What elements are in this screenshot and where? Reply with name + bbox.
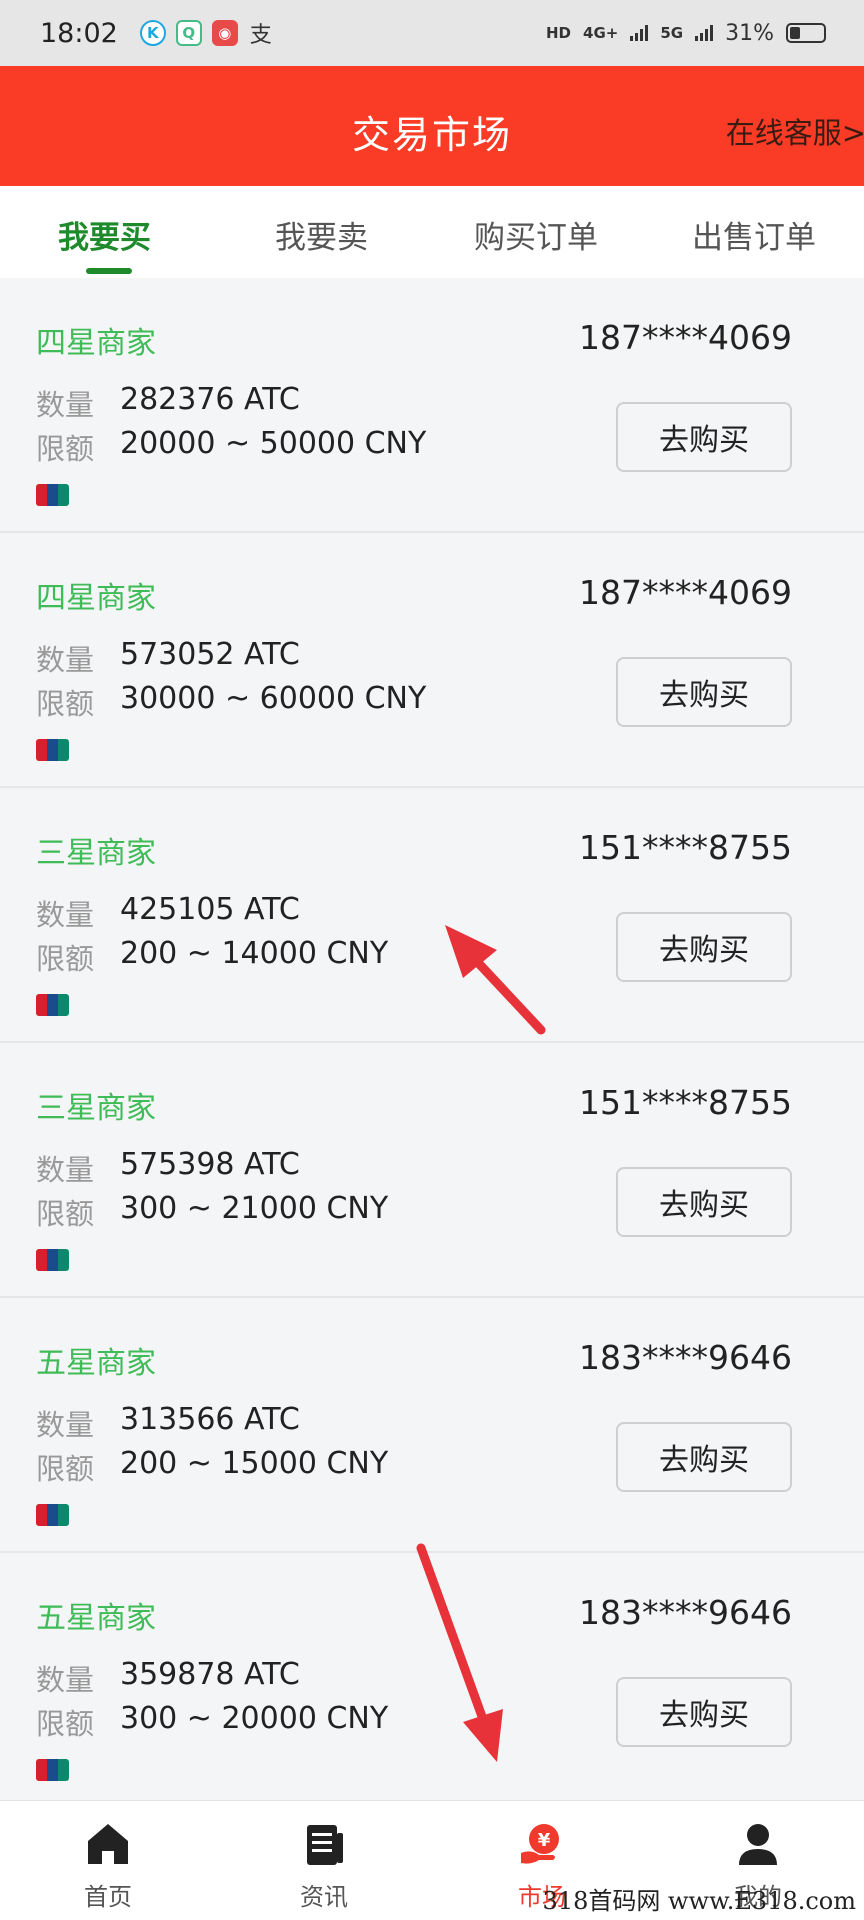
tab-buy[interactable]: 我要买 [58, 212, 151, 257]
quantity-label: 数量 [36, 1153, 95, 1187]
offer-card: 四星商家 187****4069 数量 573052 ATC 限额 30000 ~ 600… [0, 533, 864, 788]
buy-button[interactable]: 去购买 [616, 1167, 792, 1237]
tab-bar: 我要买 我要卖 购买订单 出售订单 [0, 186, 864, 278]
unionpay-icon [36, 1249, 69, 1271]
chat-app-icon: Q [175, 20, 202, 46]
network-4g-label: 4G+ [583, 24, 619, 42]
hd-icon: HD [546, 24, 572, 42]
merchant-phone: 183****9646 [579, 1593, 792, 1632]
offer-card: 五星商家 183****9646 数量 313566 ATC 限额 200 ~ 15000… [0, 1298, 864, 1553]
battery-icon [786, 23, 826, 43]
nav-home[interactable]: 首页 [48, 1819, 168, 1912]
signal-bars-icon [630, 25, 649, 41]
buy-button[interactable]: 去购买 [616, 912, 792, 982]
limit-value: 20000 ~ 50000 CNY [120, 426, 427, 461]
buy-button[interactable]: 去购买 [616, 402, 792, 472]
limit-label: 限额 [36, 1197, 95, 1231]
limit-label: 限额 [36, 687, 95, 721]
quantity-value: 425105 ATC [120, 892, 300, 927]
quantity-value: 313566 ATC [120, 1402, 300, 1437]
alipay-icon: 支 [249, 23, 272, 48]
offer-card: 三星商家 151****8755 数量 425105 ATC 限额 200 ~ 14000… [0, 788, 864, 1043]
nav-news[interactable]: 资讯 [264, 1819, 384, 1912]
watermark: 318首码网 www.E318.com [542, 1887, 856, 1915]
quantity-value: 573052 ATC [120, 637, 300, 672]
merchant-level: 五星商家 [36, 1601, 156, 1636]
tab-buy-orders[interactable]: 购买订单 [474, 212, 598, 257]
unionpay-icon [36, 1504, 69, 1526]
profile-icon [739, 1824, 777, 1865]
limit-label: 限额 [36, 1452, 95, 1486]
quantity-label: 数量 [36, 388, 95, 422]
offer-card: 四星商家 187****4069 数量 282376 ATC 限额 20000 ~ 500… [0, 278, 864, 533]
offer-card: 五星商家 183****9646 数量 359878 ATC 限额 300 ~ 20000… [0, 1553, 864, 1808]
quantity-label: 数量 [36, 643, 95, 677]
unionpay-icon [36, 484, 69, 506]
merchant-level: 四星商家 [36, 326, 156, 361]
status-time: 18:02 [40, 17, 118, 49]
unionpay-icon [36, 994, 69, 1016]
unionpay-icon [36, 739, 69, 761]
limit-label: 限额 [36, 1707, 95, 1741]
home-icon [88, 1824, 128, 1864]
limit-value: 300 ~ 20000 CNY [120, 1701, 389, 1736]
quantity-value: 359878 ATC [120, 1657, 300, 1692]
unionpay-icon [36, 1759, 69, 1781]
buy-button[interactable]: 去购买 [616, 1422, 792, 1492]
market-icon: ¥ [521, 1824, 559, 1864]
merchant-phone: 151****8755 [579, 1083, 792, 1122]
nav-home-label: 首页 [84, 1883, 132, 1911]
signal-bars-icon-2 [695, 25, 714, 41]
merchant-phone: 187****4069 [579, 573, 792, 612]
active-tab-indicator [86, 268, 132, 274]
status-indicators: HD 4G+ 5G 31% [546, 21, 826, 46]
nav-news-label: 资讯 [300, 1883, 348, 1911]
quantity-label: 数量 [36, 898, 95, 932]
k-app-icon: K [139, 20, 166, 46]
buy-button[interactable]: 去购买 [616, 657, 792, 727]
limit-label: 限额 [36, 942, 95, 976]
network-5g-label: 5G [660, 24, 684, 42]
merchant-phone: 151****8755 [579, 828, 792, 867]
status-app-icons: K Q ◉ 支 [139, 20, 274, 48]
status-bar: 18:02 K Q ◉ 支 HD 4G+ 5G 31% [0, 0, 864, 66]
app-header: 交易市场 在线客服> [0, 66, 864, 186]
tab-sell-orders[interactable]: 出售订单 [692, 212, 816, 257]
limit-value: 300 ~ 21000 CNY [120, 1191, 389, 1226]
offer-card: 三星商家 151****8755 数量 575398 ATC 限额 300 ~ 21000… [0, 1043, 864, 1298]
limit-value: 30000 ~ 60000 CNY [120, 681, 427, 716]
battery-percent: 31% [725, 20, 774, 46]
quantity-label: 数量 [36, 1663, 95, 1697]
online-support-link[interactable]: 在线客服> [726, 110, 864, 152]
red-app-icon: ◉ [211, 20, 238, 46]
merchant-level: 三星商家 [36, 1091, 156, 1126]
merchant-phone: 187****4069 [579, 318, 792, 357]
merchant-level: 五星商家 [36, 1346, 156, 1381]
merchant-level: 四星商家 [36, 581, 156, 616]
quantity-value: 575398 ATC [120, 1147, 300, 1182]
tab-sell[interactable]: 我要卖 [275, 212, 368, 257]
svg-text:¥: ¥ [538, 1830, 551, 1851]
limit-label: 限额 [36, 432, 95, 466]
limit-value: 200 ~ 15000 CNY [120, 1446, 389, 1481]
quantity-label: 数量 [36, 1408, 95, 1442]
merchant-level: 三星商家 [36, 836, 156, 871]
news-icon [307, 1825, 343, 1865]
merchant-phone: 183****9646 [579, 1338, 792, 1377]
buy-button[interactable]: 去购买 [616, 1677, 792, 1747]
quantity-value: 282376 ATC [120, 382, 300, 417]
limit-value: 200 ~ 14000 CNY [120, 936, 389, 971]
